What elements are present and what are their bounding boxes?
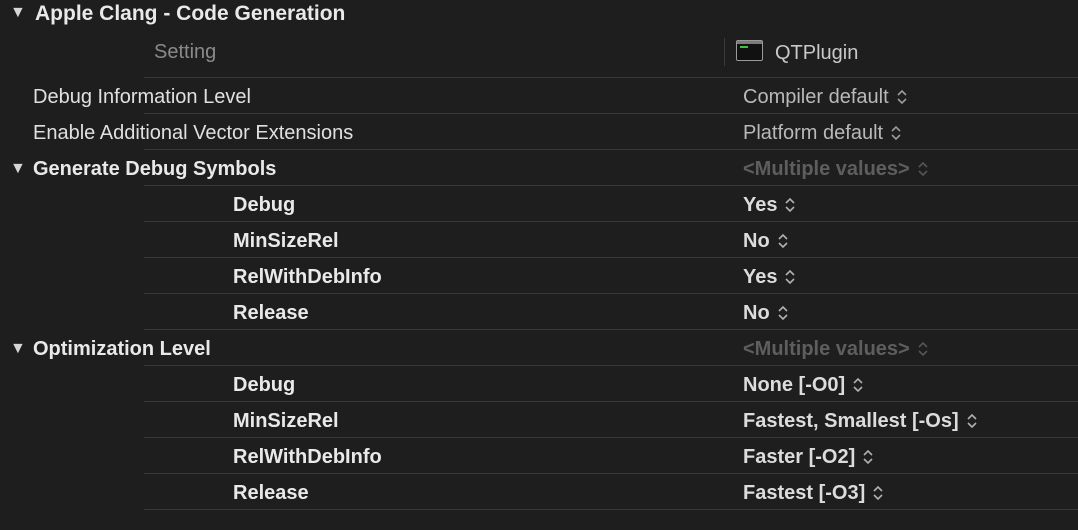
config-label-release: Release	[233, 302, 309, 324]
row-divider	[144, 221, 1078, 222]
header-divider	[144, 77, 1078, 78]
column-divider	[724, 38, 725, 66]
popup-stepper-icon	[896, 88, 908, 106]
setting-label-generate-debug-symbols: Generate Debug Symbols	[33, 158, 277, 180]
popup-stepper-icon	[784, 268, 796, 286]
popup-stepper-icon	[784, 196, 796, 214]
value-text: No	[743, 230, 770, 252]
setting-label-debug-information-level: Debug Information Level	[33, 86, 251, 108]
row-divider	[144, 185, 1078, 186]
row-divider	[144, 365, 1078, 366]
config-value-debug[interactable]: None [-O0]	[743, 375, 864, 395]
value-text: None [-O0]	[743, 374, 846, 396]
config-label-relwithdebinfo: RelWithDebInfo	[233, 266, 382, 288]
row-divider	[144, 149, 1078, 150]
config-value-relwithdebinfo[interactable]: Faster [-O2]	[743, 447, 874, 467]
value-text: No	[743, 302, 770, 324]
setting-value-generate-debug-symbols[interactable]: <Multiple values>	[743, 159, 929, 179]
setting-column-header: Setting	[154, 41, 217, 63]
row-divider	[144, 329, 1078, 330]
config-label-debug: Debug	[233, 194, 296, 216]
row-divider	[144, 437, 1078, 438]
value-text: Fastest [-O3]	[743, 482, 866, 504]
disclosure-triangle-icon[interactable]: ▼	[10, 161, 26, 177]
row-divider	[144, 113, 1078, 114]
popup-stepper-icon	[917, 160, 929, 178]
setting-label-vector-extensions: Enable Additional Vector Extensions	[33, 122, 354, 144]
target-column-header: QTPlugin	[775, 42, 859, 64]
row-divider	[144, 401, 1078, 402]
popup-stepper-icon	[862, 448, 874, 466]
value-text: Yes	[743, 194, 778, 216]
value-text: Platform default	[743, 122, 884, 144]
config-value-minsizerel[interactable]: Fastest, Smallest [-Os]	[743, 411, 978, 431]
setting-label-optimization-level: Optimization Level	[33, 338, 211, 360]
setting-value-vector-extensions[interactable]: Platform default	[743, 123, 902, 143]
config-label-debug: Debug	[233, 374, 296, 396]
popup-stepper-icon	[777, 232, 789, 250]
section-title: Apple Clang - Code Generation	[35, 2, 346, 25]
popup-stepper-icon	[872, 484, 884, 502]
popup-stepper-icon	[852, 376, 864, 394]
value-text: Faster [-O2]	[743, 446, 856, 468]
popup-stepper-icon	[917, 340, 929, 358]
setting-value-optimization-level[interactable]: <Multiple values>	[743, 339, 929, 359]
value-text: Fastest, Smallest [-Os]	[743, 410, 959, 432]
setting-value-debug-information-level[interactable]: Compiler default	[743, 87, 908, 107]
terminal-app-icon	[736, 40, 763, 61]
config-value-release[interactable]: Fastest [-O3]	[743, 483, 884, 503]
popup-stepper-icon	[890, 124, 902, 142]
config-value-minsizerel[interactable]: No	[743, 231, 789, 251]
config-label-relwithdebinfo: RelWithDebInfo	[233, 446, 382, 468]
row-divider	[144, 473, 1078, 474]
config-label-minsizerel: MinSizeRel	[233, 410, 339, 432]
row-divider	[144, 509, 1078, 510]
popup-stepper-icon	[966, 412, 978, 430]
value-text: Yes	[743, 266, 778, 288]
row-divider	[144, 293, 1078, 294]
config-label-minsizerel: MinSizeRel	[233, 230, 339, 252]
config-label-release: Release	[233, 482, 309, 504]
config-value-relwithdebinfo[interactable]: Yes	[743, 267, 796, 287]
popup-stepper-icon	[777, 304, 789, 322]
config-value-debug[interactable]: Yes	[743, 195, 796, 215]
value-text: Compiler default	[743, 86, 889, 108]
row-divider	[144, 257, 1078, 258]
disclosure-triangle-icon[interactable]: ▼	[10, 5, 26, 21]
disclosure-triangle-icon[interactable]: ▼	[10, 341, 26, 357]
value-text: <Multiple values>	[743, 158, 910, 180]
value-text: <Multiple values>	[743, 338, 910, 360]
config-value-release[interactable]: No	[743, 303, 789, 323]
